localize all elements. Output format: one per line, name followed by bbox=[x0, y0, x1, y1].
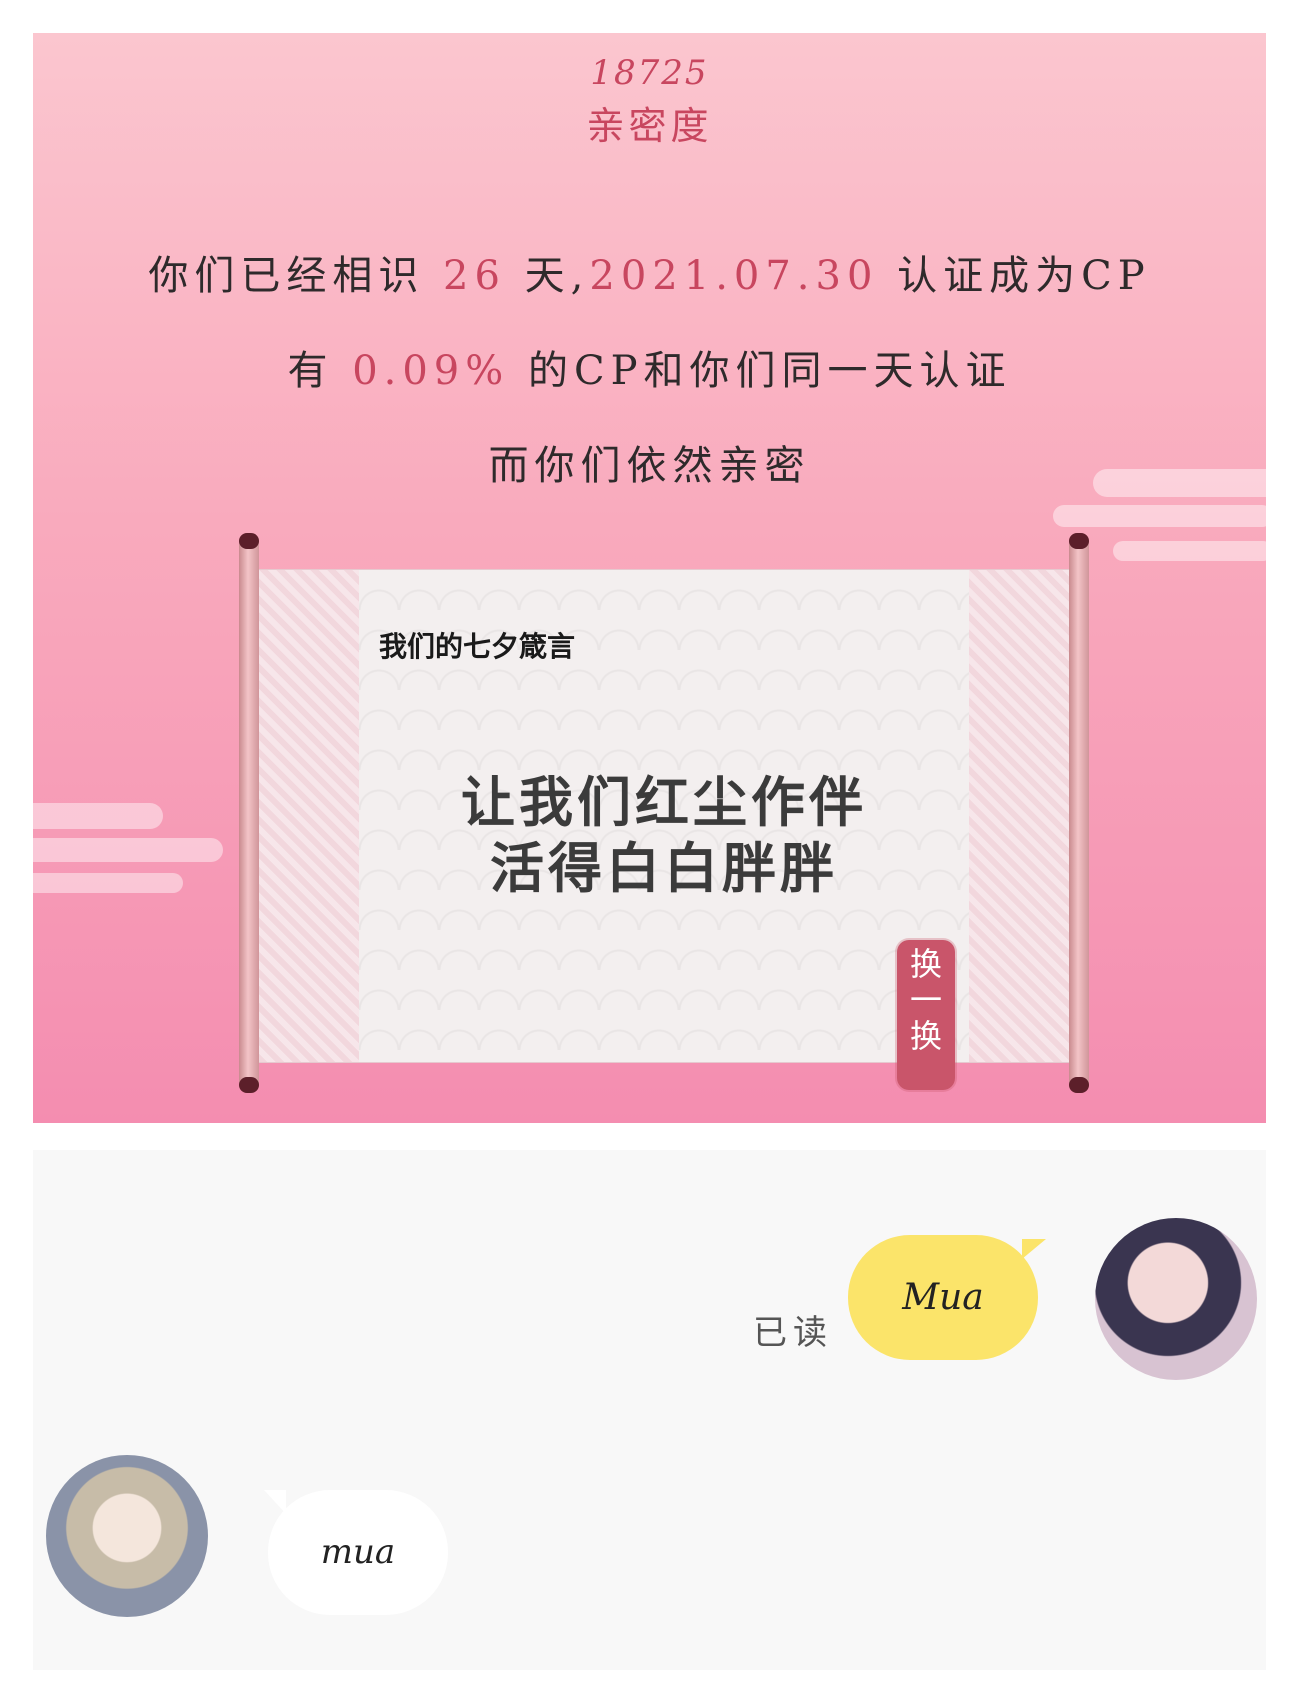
read-status: 已读 bbox=[753, 1313, 833, 1353]
chat-panel: 已读 Mua mua bbox=[33, 1150, 1266, 1670]
intimacy-value: 18725 bbox=[590, 53, 709, 93]
intimacy-label: 亲密度 bbox=[586, 104, 713, 148]
scroll-paper: 我们的七夕箴言 让我们红尘作伴 活得白白胖胖 换 一 换 bbox=[259, 569, 1069, 1090]
motto-title: 我们的七夕箴言 bbox=[379, 630, 576, 663]
change-motto-button[interactable]: 换 一 换 bbox=[897, 940, 955, 1090]
scroll-rod-left bbox=[239, 533, 259, 1093]
still-close-line: 而你们依然亲密 bbox=[488, 443, 811, 489]
cp-intimacy-panel: 18725 亲密度 你们已经相识 26 天,2021.07.30 认证成为CP … bbox=[33, 33, 1266, 1123]
cloud-decoration-left bbox=[33, 838, 223, 862]
same-day-line: 有 0.09% 的CP和你们同一天认证 bbox=[287, 348, 1012, 394]
scroll-rod-right bbox=[1069, 533, 1089, 1093]
cloud-decoration-left bbox=[33, 873, 183, 893]
same-day-percent: 0.09% bbox=[352, 348, 510, 394]
cloud-decoration-right bbox=[1053, 505, 1266, 527]
motto-scroll: 我们的七夕箴言 让我们红尘作伴 活得白白胖胖 换 一 换 bbox=[213, 533, 1113, 1093]
my-avatar[interactable] bbox=[1095, 1218, 1257, 1380]
my-message-bubble[interactable]: Mua bbox=[848, 1235, 1046, 1360]
cloud-decoration-right bbox=[1113, 541, 1266, 561]
cloud-decoration-left bbox=[33, 803, 163, 829]
acquaintance-line: 你们已经相识 26 天,2021.07.30 认证成为CP bbox=[148, 253, 1151, 299]
motto-line: 活得白白胖胖 bbox=[490, 837, 838, 900]
partner-avatar[interactable] bbox=[46, 1455, 208, 1617]
partner-message-bubble[interactable]: mua bbox=[264, 1490, 448, 1615]
cp-date: 2021.07.30 bbox=[589, 253, 879, 299]
days-count: 26 bbox=[443, 253, 506, 299]
